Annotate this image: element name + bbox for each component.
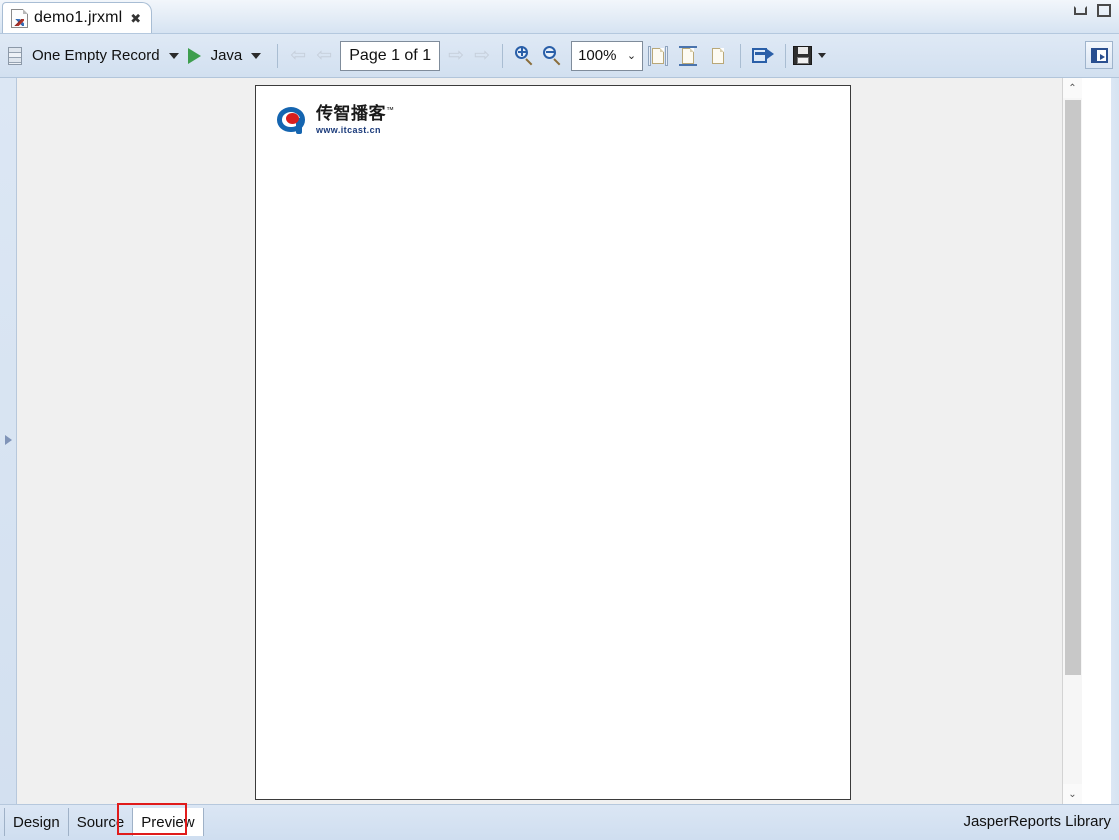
editor-tab-label: demo1.jrxml (34, 9, 123, 26)
next-page-icon: ⇨ (448, 45, 465, 66)
minimize-icon[interactable] (1074, 6, 1087, 15)
vertical-scrollbar[interactable]: ⌃ ⌄ (1062, 78, 1082, 804)
maximize-icon[interactable] (1097, 4, 1111, 17)
editor-view-tabs: Design Source Preview (4, 808, 204, 836)
fit-page-icon[interactable] (678, 45, 698, 67)
scrollbar-thumb[interactable] (1065, 100, 1081, 675)
toolbar-separator-1 (277, 43, 279, 68)
dataset-selector[interactable]: One Empty Record (8, 42, 160, 70)
tab-design[interactable]: Design (4, 808, 69, 836)
fit-width-icon[interactable] (708, 45, 728, 67)
toolbar-separator-2 (502, 43, 504, 68)
language-label: Java (210, 47, 243, 64)
previous-page-button[interactable]: ⇦ (311, 43, 337, 69)
language-selector[interactable]: Java (211, 42, 243, 70)
editor-content: 传智播客™ www.itcast.cn ⌃ ⌄ (0, 78, 1119, 804)
zoom-in-icon[interactable] (512, 44, 536, 68)
zoom-out-icon[interactable] (540, 44, 564, 68)
toolbar-separator-4 (785, 43, 787, 68)
last-page-icon: ⇨ (474, 45, 491, 66)
export-icon[interactable] (752, 47, 775, 65)
dataset-dropdown-icon[interactable] (168, 52, 179, 59)
logo-text-block: 传智播客™ www.itcast.cn (316, 105, 395, 135)
report-preview-viewer[interactable]: 传智播客™ www.itcast.cn ⌃ ⌄ (17, 78, 1082, 804)
language-dropdown-icon[interactable] (251, 52, 262, 59)
report-logo: 传智播客™ www.itcast.cn (277, 104, 395, 135)
tab-source[interactable]: Source (69, 808, 134, 836)
tab-preview[interactable]: Preview (133, 808, 204, 836)
restore-panel-button[interactable] (1085, 41, 1113, 69)
editor-tab-demo1[interactable]: demo1.jrxml ✖ (2, 2, 153, 33)
zoom-level-value: 100% (578, 47, 617, 64)
editor-bottom-bar: Design Source Preview JasperReports Libr… (0, 804, 1119, 840)
status-bar-label: JasperReports Library (963, 813, 1111, 830)
logo-company-name: 传智播客™ (316, 105, 395, 122)
first-page-icon: ⇦ (290, 45, 307, 66)
save-dropdown-icon[interactable] (818, 53, 827, 58)
close-icon[interactable]: ✖ (130, 12, 141, 25)
logo-website-url: www.itcast.cn (316, 124, 381, 135)
jrxml-file-icon (11, 8, 28, 28)
first-page-button[interactable]: ⇦ (285, 43, 311, 69)
chevron-down-icon: ⌄ (626, 50, 637, 62)
right-edge-filler (1111, 78, 1119, 804)
jaspersoft-studio-window: demo1.jrxml ✖ One Empty Record Java ⇦ ⇦ … (0, 0, 1119, 840)
scroll-down-icon[interactable]: ⌄ (1063, 784, 1082, 804)
window-controls (1074, 4, 1111, 17)
itcast-logo-icon (277, 104, 309, 135)
preview-toolbar: One Empty Record Java ⇦ ⇦ Page 1 of 1 ⇨ … (0, 34, 1119, 78)
zoom-level-select[interactable]: 100% ⌄ (571, 40, 644, 71)
database-icon (8, 46, 22, 65)
save-icon[interactable] (793, 46, 813, 65)
trademark-symbol: ™ (386, 104, 395, 114)
next-page-button[interactable]: ⇨ (443, 43, 469, 69)
toolbar-separator-3 (740, 43, 742, 68)
last-page-button[interactable]: ⇨ (469, 43, 495, 69)
run-report-icon[interactable] (187, 47, 201, 64)
page-indicator[interactable]: Page 1 of 1 (340, 40, 441, 71)
report-page: 传智播客™ www.itcast.cn (255, 85, 851, 800)
logo-company-name-text: 传智播客 (316, 103, 386, 123)
title-bar: demo1.jrxml ✖ (0, 0, 1119, 34)
restore-panel-icon (1090, 47, 1108, 63)
scroll-up-icon[interactable]: ⌃ (1063, 78, 1082, 98)
actual-size-icon[interactable] (648, 45, 669, 67)
expand-panel-icon[interactable] (5, 435, 12, 445)
left-collapsed-panel[interactable] (0, 78, 17, 804)
dataset-label: One Empty Record (32, 47, 160, 64)
previous-page-icon: ⇦ (316, 45, 333, 66)
